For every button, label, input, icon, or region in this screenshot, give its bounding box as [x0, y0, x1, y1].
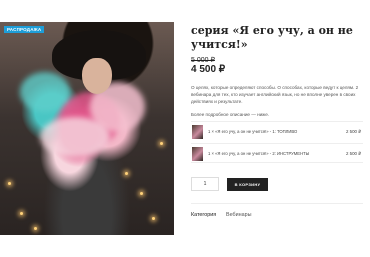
bundle-item: 1 × «Я его учу, а он не учится!» - 1: ТО…	[191, 121, 363, 141]
bundle-thumbnail[interactable]	[192, 147, 203, 161]
product-image[interactable]	[0, 22, 174, 235]
current-price: 4 500 ₽	[191, 64, 226, 75]
divider	[191, 203, 363, 204]
category-link[interactable]: Вебинары	[226, 212, 251, 218]
category-label: Категория	[191, 212, 217, 218]
bundle-item-name[interactable]: 1 × «Я его учу, а он не учится!» - 1: ТО…	[208, 129, 297, 134]
product-description: О целях, которые определяют способы. О с…	[191, 85, 359, 104]
quantity-input[interactable]	[191, 177, 219, 191]
bundle-thumbnail[interactable]	[192, 125, 203, 139]
add-to-cart-button[interactable]: В КОРЗИНУ	[227, 178, 268, 191]
product-title: серия «Я его учу, а он не учится!»	[191, 24, 353, 51]
bundle-item-price: 2 500 ₽	[345, 151, 361, 156]
bundle-item-name[interactable]: 1 × «Я его учу, а он не учится!» - 2: ИН…	[208, 151, 309, 156]
sale-badge: РАСПРОДАЖА	[4, 26, 45, 33]
more-description-note: Более подробное описание — ниже.	[191, 112, 270, 117]
old-price: 5 000 ₽	[191, 57, 215, 64]
bundle-item: 1 × «Я его учу, а он не учится!» - 2: ИН…	[191, 143, 363, 163]
bundle-item-price: 2 500 ₽	[345, 129, 361, 134]
